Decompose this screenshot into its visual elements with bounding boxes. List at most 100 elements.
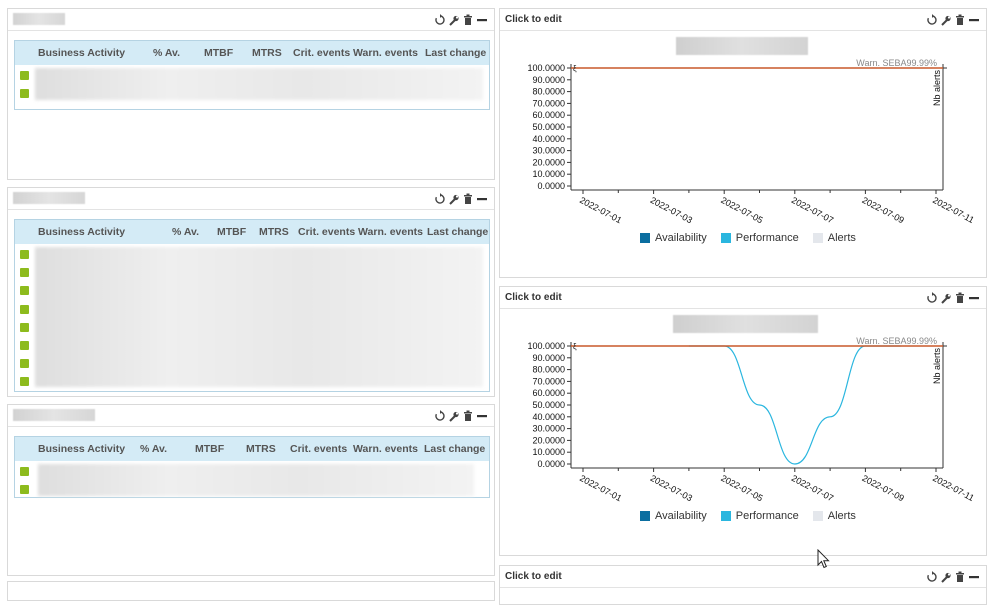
status-indicator (20, 250, 29, 259)
y-tick-label: 50.0000 (532, 122, 565, 132)
x-tick-label: 2022-07-09 (860, 195, 905, 225)
legend-item[interactable]: Performance (720, 232, 799, 244)
legend-swatch (640, 233, 650, 243)
col-mtrs[interactable]: MTRS (252, 47, 282, 59)
widget-1: Business Activity % Av. MTBF MTRS Crit. … (7, 8, 495, 180)
x-tick-label: 2022-07-01 (578, 473, 623, 503)
settings-wrench-icon[interactable] (449, 14, 459, 26)
refresh-icon[interactable] (435, 14, 445, 26)
col-warn-events[interactable]: Warn. events (358, 226, 423, 238)
col-crit-events[interactable]: Crit. events (290, 443, 347, 455)
x-tick-label: 2022-07-07 (790, 195, 835, 225)
status-indicator (20, 71, 29, 80)
mouse-cursor-icon (817, 548, 831, 572)
trash-icon[interactable] (463, 410, 473, 422)
col-crit-events[interactable]: Crit. events (298, 226, 355, 238)
chart-legend: Availability Performance Alerts (640, 510, 856, 522)
trash-icon[interactable] (463, 14, 473, 26)
col-availability[interactable]: % Av. (140, 443, 167, 455)
y-tick-label: 20.0000 (532, 435, 565, 445)
legend-label: Availability (655, 510, 707, 522)
widget-2: Business Activity % Av. MTBF MTRS Crit. … (7, 187, 495, 397)
col-warn-events[interactable]: Warn. events (353, 47, 418, 59)
refresh-icon[interactable] (927, 292, 937, 304)
widget-title-redacted (13, 192, 85, 204)
grid-rows-redacted (35, 247, 483, 387)
col-last-change[interactable]: Last change (425, 47, 486, 59)
legend-item[interactable]: Alerts (812, 232, 856, 244)
legend-item[interactable]: Availability (640, 232, 707, 244)
settings-wrench-icon[interactable] (941, 14, 951, 26)
col-business-activity[interactable]: Business Activity (38, 47, 125, 59)
settings-wrench-icon[interactable] (941, 292, 951, 304)
y-tick-label: 80.0000 (532, 87, 565, 97)
y-tick-label: 10.0000 (532, 447, 565, 457)
status-indicator (20, 268, 29, 277)
settings-wrench-icon[interactable] (941, 571, 951, 583)
widget-header: Click to edit (500, 9, 986, 31)
grid-header: Business Activity % Av. MTBF MTRS Crit. … (15, 41, 489, 65)
widget-title[interactable]: Click to edit (505, 292, 562, 303)
refresh-icon[interactable] (927, 571, 937, 583)
widget-title[interactable]: Click to edit (505, 571, 562, 582)
col-availability[interactable]: % Av. (153, 47, 180, 59)
legend-label: Alerts (827, 232, 856, 244)
y-tick-label: 90.0000 (532, 75, 565, 85)
x-tick-label: 2022-07-09 (860, 473, 905, 503)
status-indicator (20, 89, 29, 98)
widget-title-redacted (13, 13, 65, 25)
y-tick-label: 0.0000 (537, 459, 565, 469)
chart-legend: Availability Performance Alerts (640, 232, 856, 244)
col-crit-events[interactable]: Crit. events (293, 47, 350, 59)
col-last-change[interactable]: Last change (424, 443, 485, 455)
trash-icon[interactable] (955, 571, 965, 583)
business-activity-grid: Business Activity % Av. MTBF MTRS Crit. … (14, 436, 490, 498)
status-indicator (20, 359, 29, 368)
col-mtrs[interactable]: MTRS (259, 226, 289, 238)
refresh-icon[interactable] (927, 14, 937, 26)
legend-item[interactable]: Availability (640, 510, 707, 522)
trash-icon[interactable] (955, 14, 965, 26)
trash-icon[interactable] (955, 292, 965, 304)
legend-swatch (640, 511, 650, 521)
status-indicator (20, 286, 29, 295)
y-tick-label: 40.0000 (532, 134, 565, 144)
col-last-change[interactable]: Last change (427, 226, 488, 238)
minimize-icon[interactable] (477, 193, 487, 205)
x-tick-label: 2022-07-11 (931, 195, 976, 225)
x-tick-label: 2022-07-01 (578, 195, 623, 225)
chart-widget-1: Click to edit 100.0000 90.0000 80.0000 70.0… (499, 8, 987, 278)
legend-item[interactable]: Performance (720, 510, 799, 522)
settings-wrench-icon[interactable] (449, 193, 459, 205)
widget-header: Click to edit (500, 566, 986, 588)
col-mtbf[interactable]: MTBF (195, 443, 224, 455)
availability-chart: 100.0000 90.0000 80.000070.0000 60.0000 50.0… (527, 336, 975, 503)
minimize-icon[interactable] (969, 292, 979, 304)
col-business-activity[interactable]: Business Activity (38, 226, 125, 238)
trash-icon[interactable] (463, 193, 473, 205)
refresh-icon[interactable] (435, 193, 445, 205)
status-indicator (20, 485, 29, 494)
col-availability[interactable]: % Av. (172, 226, 199, 238)
grid-rows-redacted (35, 68, 483, 100)
col-mtbf[interactable]: MTBF (204, 47, 233, 59)
settings-wrench-icon[interactable] (449, 410, 459, 422)
widget-title[interactable]: Click to edit (505, 14, 562, 25)
col-mtbf[interactable]: MTBF (217, 226, 246, 238)
widget-tools (927, 570, 979, 584)
minimize-icon[interactable] (477, 14, 487, 26)
minimize-icon[interactable] (477, 410, 487, 422)
y-tick-label: 20.0000 (532, 157, 565, 167)
refresh-icon[interactable] (435, 410, 445, 422)
minimize-icon[interactable] (969, 571, 979, 583)
legend-item[interactable]: Alerts (812, 510, 856, 522)
x-tick-label: 2022-07-03 (649, 195, 694, 225)
grid-rows-redacted (38, 464, 474, 496)
widget-title-redacted (13, 409, 95, 421)
col-business-activity[interactable]: Business Activity (38, 443, 125, 455)
legend-label: Performance (735, 510, 799, 522)
col-mtrs[interactable]: MTRS (246, 443, 276, 455)
col-warn-events[interactable]: Warn. events (353, 443, 418, 455)
minimize-icon[interactable] (969, 14, 979, 26)
threshold-marker: ξ (573, 342, 577, 351)
